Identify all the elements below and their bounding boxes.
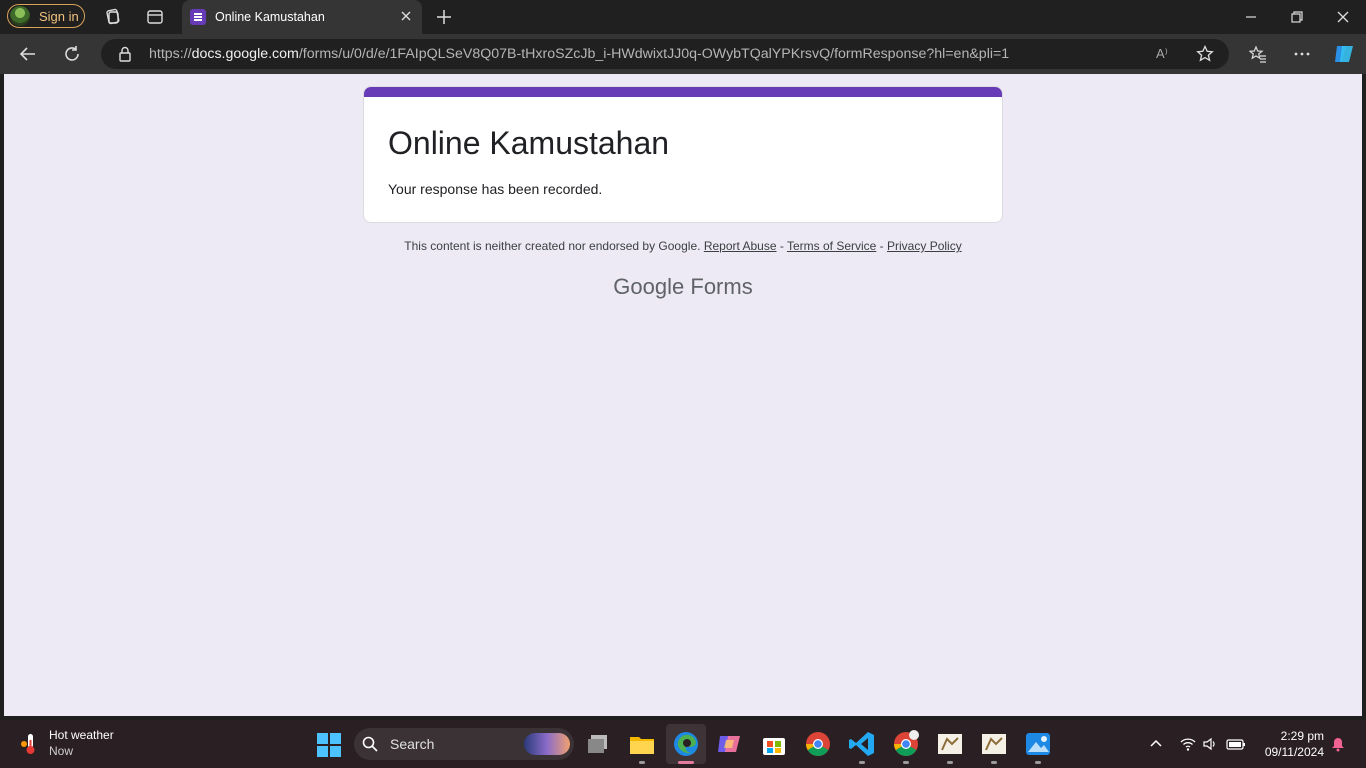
tab-online-kamustahan[interactable]: Online Kamustahan <box>182 0 422 34</box>
running-indicator <box>859 761 865 764</box>
tab-title: Online Kamustahan <box>215 10 325 24</box>
refresh-icon[interactable] <box>63 45 81 63</box>
chrome-profile-icon[interactable] <box>892 730 920 758</box>
copilot-app-icon[interactable] <box>716 730 744 758</box>
store-icon[interactable] <box>760 730 788 758</box>
copilot-icon[interactable] <box>1332 42 1356 66</box>
url-text[interactable]: https://docs.google.com/forms/u/0/d/e/1F… <box>149 46 1009 62</box>
running-indicator <box>991 761 997 764</box>
navigation-bar: https://docs.google.com/forms/u/0/d/e/1F… <box>0 34 1366 74</box>
date: 09/11/2024 <box>1264 745 1324 759</box>
running-indicator <box>903 761 909 764</box>
taskbar-search[interactable]: Search <box>354 728 574 760</box>
footer-notice: This content is neither created nor endo… <box>404 239 701 253</box>
weather-sub: Now <box>49 744 74 758</box>
thermometer-icon <box>21 734 35 754</box>
lock-icon[interactable] <box>118 46 132 62</box>
brand-google: Google <box>613 274 685 299</box>
favorites-icon[interactable] <box>1249 45 1267 63</box>
sign-in-button[interactable]: Sign in <box>7 4 85 28</box>
tab-actions-icon[interactable] <box>146 8 164 26</box>
task-view-icon[interactable] <box>585 730 613 758</box>
footer-separator: - <box>876 239 888 253</box>
read-aloud-icon[interactable]: A⁾ <box>1156 46 1168 62</box>
weather-title: Hot weather <box>49 728 114 742</box>
chevron-up-icon[interactable] <box>1148 736 1164 752</box>
clock[interactable]: 2:29 pm 09/11/2024 <box>1256 728 1324 760</box>
windows-start-icon[interactable] <box>316 732 342 758</box>
search-icon <box>362 736 378 752</box>
form-title: Online Kamustahan <box>388 125 670 161</box>
new-tab-icon[interactable] <box>436 9 452 25</box>
accent-bar <box>364 87 1002 97</box>
taskbar: Hot weather Now Search 2:29 pm 09/11/202… <box>0 720 1366 768</box>
vscode-icon[interactable] <box>848 730 876 758</box>
file-explorer-icon[interactable] <box>628 730 656 758</box>
sign-in-label: Sign in <box>39 8 79 24</box>
avatar <box>10 6 30 26</box>
address-bar[interactable]: https://docs.google.com/forms/u/0/d/e/1F… <box>101 39 1229 69</box>
restore-icon[interactable] <box>1290 10 1304 24</box>
footer-separator: - <box>776 239 787 253</box>
photos-icon[interactable] <box>1024 730 1052 758</box>
running-indicator <box>1035 761 1041 764</box>
back-icon[interactable] <box>19 45 37 63</box>
privacy-link[interactable]: Privacy Policy <box>887 239 962 253</box>
title-bar: Sign in Online Kamustahan <box>0 0 1366 34</box>
brand-forms: Forms <box>690 274 753 299</box>
app-icon-2[interactable] <box>980 730 1008 758</box>
workspaces-icon[interactable] <box>104 8 122 26</box>
volume-icon[interactable] <box>1202 736 1218 752</box>
more-icon[interactable] <box>1293 45 1311 63</box>
close-tab-icon[interactable] <box>400 10 412 22</box>
chrome-icon[interactable] <box>804 730 832 758</box>
response-card: Online Kamustahan Your response has been… <box>363 86 1003 223</box>
time: 2:29 pm <box>1280 729 1324 743</box>
edge-icon[interactable] <box>672 730 700 758</box>
search-highlight-image <box>524 733 570 755</box>
report-abuse-link[interactable]: Report Abuse <box>704 239 777 253</box>
bell-icon[interactable] <box>1330 736 1346 752</box>
app-icon[interactable] <box>936 730 964 758</box>
close-window-icon[interactable] <box>1336 10 1350 24</box>
active-indicator <box>678 761 694 764</box>
forms-favicon <box>190 9 206 25</box>
favorite-star-icon[interactable] <box>1196 45 1214 63</box>
running-indicator <box>947 761 953 764</box>
terms-link[interactable]: Terms of Service <box>787 239 876 253</box>
page-content: Online Kamustahan Your response has been… <box>4 74 1362 716</box>
battery-icon[interactable] <box>1226 736 1246 752</box>
running-indicator <box>639 761 645 764</box>
confirmation-message: Your response has been recorded. <box>388 181 603 197</box>
minimize-icon[interactable] <box>1244 10 1258 24</box>
wifi-icon[interactable] <box>1180 736 1196 752</box>
search-label: Search <box>390 736 435 752</box>
google-forms-logo[interactable]: Google Forms <box>4 274 1362 300</box>
footer: This content is neither created nor endo… <box>4 239 1362 253</box>
